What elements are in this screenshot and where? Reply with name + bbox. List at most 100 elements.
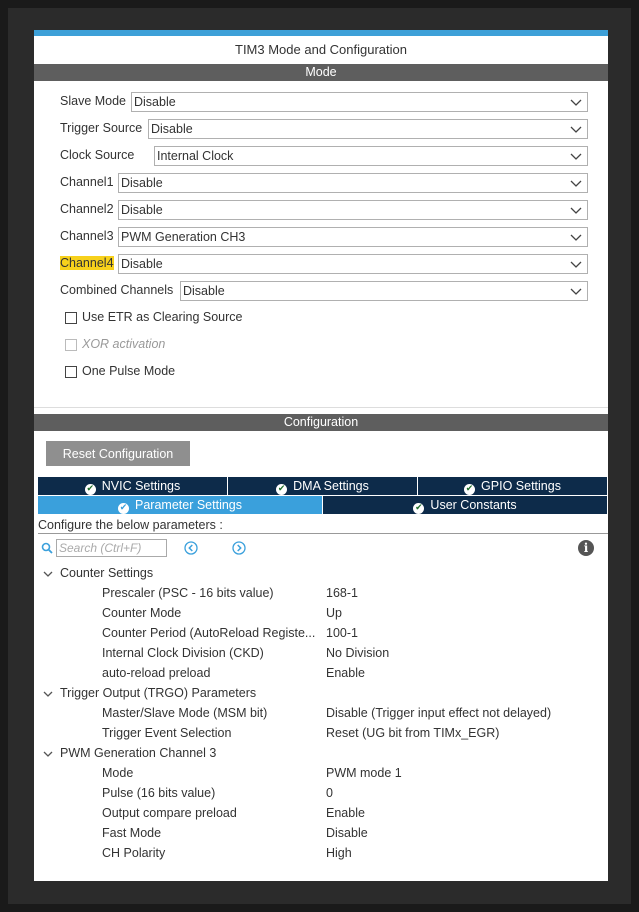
chevron-down-icon bbox=[570, 261, 582, 268]
tab-dma-settings[interactable]: ✔ DMA Settings bbox=[228, 477, 418, 495]
chevron-down-icon bbox=[570, 153, 582, 160]
chevron-down-icon bbox=[570, 99, 582, 106]
param-row[interactable]: Fast Mode Disable bbox=[34, 824, 608, 844]
search-input[interactable]: Search (Ctrl+F) bbox=[56, 539, 167, 557]
param-name: Output compare preload bbox=[102, 806, 237, 820]
group-counter-settings[interactable]: Counter Settings bbox=[34, 564, 608, 584]
config-tabs: ✔ NVIC Settings ✔ DMA Settings ✔ GPIO Setti… bbox=[38, 477, 608, 514]
param-value[interactable]: 168-1 bbox=[326, 586, 358, 600]
checkbox-box[interactable] bbox=[65, 312, 77, 324]
channel2-select[interactable]: Disable bbox=[118, 200, 588, 220]
group-trigger-output[interactable]: Trigger Output (TRGO) Parameters bbox=[34, 684, 608, 704]
search-icon bbox=[41, 542, 53, 554]
param-name: Pulse (16 bits value) bbox=[102, 786, 216, 800]
param-row[interactable]: Output compare preload Enable bbox=[34, 804, 608, 824]
param-row[interactable]: Master/Slave Mode (MSM bit) Disable (Trig… bbox=[34, 704, 608, 724]
param-row[interactable]: Counter Mode Up bbox=[34, 604, 608, 624]
group-pwm-generation-channel-3[interactable]: PWM Generation Channel 3 bbox=[34, 744, 608, 764]
group-name: Trigger Output (TRGO) Parameters bbox=[60, 686, 257, 700]
param-name: Prescaler (PSC - 16 bits value) bbox=[102, 586, 274, 600]
combined-channels-row: Combined Channels Disable bbox=[60, 281, 588, 301]
tim3-config-panel: TIM3 Mode and Configuration Mode Slave M… bbox=[34, 30, 608, 881]
chevron-down-icon bbox=[570, 207, 582, 214]
parameters-description: Configure the below parameters : bbox=[38, 517, 608, 534]
slave-mode-select[interactable]: Disable bbox=[131, 92, 588, 112]
param-row[interactable]: Pulse (16 bits value) 0 bbox=[34, 784, 608, 804]
param-value[interactable]: Enable bbox=[326, 666, 365, 680]
param-value[interactable]: 100-1 bbox=[326, 626, 358, 640]
param-row[interactable]: Trigger Event Selection Reset (UG bit fro… bbox=[34, 724, 608, 744]
param-row[interactable]: Prescaler (PSC - 16 bits value) 168-1 bbox=[34, 584, 608, 604]
use-etr-label: Use ETR as Clearing Source bbox=[82, 310, 243, 324]
channel1-row: Channel1 Disable bbox=[60, 173, 588, 193]
tab-user-constants[interactable]: ✔ User Constants bbox=[323, 496, 608, 514]
xor-activation-label: XOR activation bbox=[82, 337, 166, 351]
tab-label: User Constants bbox=[430, 498, 517, 512]
channel1-select[interactable]: Disable bbox=[118, 173, 588, 193]
combined-channels-value: Disable bbox=[183, 284, 225, 298]
slave-mode-value: Disable bbox=[134, 95, 176, 109]
group-name: PWM Generation Channel 3 bbox=[60, 746, 217, 760]
parameter-tree: Counter Settings Prescaler (PSC - 16 bit… bbox=[34, 564, 608, 864]
chevron-down-icon bbox=[43, 571, 53, 577]
tab-nvic-settings[interactable]: ✔ NVIC Settings bbox=[38, 477, 228, 495]
channel4-value: Disable bbox=[121, 257, 163, 271]
slave-mode-row: Slave Mode Disable bbox=[60, 92, 588, 112]
param-value[interactable]: No Division bbox=[326, 646, 389, 660]
param-value[interactable]: Disable (Trigger input effect not delaye… bbox=[326, 706, 551, 720]
info-icon[interactable]: i bbox=[578, 540, 594, 556]
param-row[interactable]: Counter Period (AutoReload Registe... 100… bbox=[34, 624, 608, 644]
tab-parameter-settings[interactable]: ✔ Parameter Settings bbox=[38, 496, 323, 514]
clock-source-select[interactable]: Internal Clock bbox=[154, 146, 588, 166]
param-value[interactable]: Up bbox=[326, 606, 342, 620]
tab-row-1: ✔ NVIC Settings ✔ DMA Settings ✔ GPIO Setti… bbox=[38, 477, 608, 495]
channel2-label: Channel2 bbox=[60, 202, 114, 216]
chevron-down-icon bbox=[43, 751, 53, 757]
param-name: Mode bbox=[102, 766, 134, 780]
chevron-down-icon bbox=[570, 126, 582, 133]
channel4-select[interactable]: Disable bbox=[118, 254, 588, 274]
slave-mode-label: Slave Mode bbox=[60, 94, 127, 108]
chevron-down-icon bbox=[43, 691, 53, 697]
param-row[interactable]: auto-reload preload Enable bbox=[34, 664, 608, 684]
channel3-label: Channel3 bbox=[60, 229, 114, 243]
param-row[interactable]: CH Polarity High bbox=[34, 844, 608, 864]
trigger-source-select[interactable]: Disable bbox=[148, 119, 588, 139]
checkbox-box[interactable] bbox=[65, 366, 77, 378]
param-value[interactable]: Disable bbox=[326, 826, 368, 840]
previous-arrow-icon[interactable] bbox=[184, 541, 198, 555]
param-value[interactable]: High bbox=[326, 846, 352, 860]
configuration-section-header: Configuration bbox=[34, 414, 608, 431]
tab-label: NVIC Settings bbox=[101, 479, 181, 493]
param-row[interactable]: Mode PWM mode 1 bbox=[34, 764, 608, 784]
tab-label: GPIO Settings bbox=[481, 479, 561, 493]
mode-section: Slave Mode Disable Trigger Source Disabl… bbox=[34, 81, 608, 407]
channel3-row: Channel3 PWM Generation CH3 bbox=[60, 227, 588, 247]
param-name: Internal Clock Division (CKD) bbox=[102, 646, 264, 660]
param-value[interactable]: Reset (UG bit from TIMx_EGR) bbox=[326, 726, 499, 740]
search-placeholder: Search (Ctrl+F) bbox=[59, 541, 142, 555]
clock-source-value: Internal Clock bbox=[157, 149, 234, 163]
param-value[interactable]: PWM mode 1 bbox=[326, 766, 402, 780]
trigger-source-label: Trigger Source bbox=[60, 121, 143, 135]
param-value[interactable]: 0 bbox=[326, 786, 333, 800]
panel-title: TIM3 Mode and Configuration bbox=[235, 42, 407, 57]
check-circle-icon: ✔ bbox=[276, 484, 288, 495]
check-circle-icon: ✔ bbox=[118, 503, 129, 514]
param-value[interactable]: Enable bbox=[326, 806, 365, 820]
configuration-section: Reset Configuration ✔ NVIC Settings ✔ DMA … bbox=[34, 431, 608, 881]
combined-channels-select[interactable]: Disable bbox=[180, 281, 588, 301]
next-arrow-icon[interactable] bbox=[232, 541, 246, 555]
param-row[interactable]: Internal Clock Division (CKD) No Division bbox=[34, 644, 608, 664]
channel3-select[interactable]: PWM Generation CH3 bbox=[118, 227, 588, 247]
param-name: CH Polarity bbox=[102, 846, 166, 860]
param-name: Counter Mode bbox=[102, 606, 182, 620]
tab-gpio-settings[interactable]: ✔ GPIO Settings bbox=[418, 477, 608, 495]
channel3-value: PWM Generation CH3 bbox=[121, 230, 246, 244]
combined-channels-label: Combined Channels bbox=[60, 283, 174, 297]
checkbox-box bbox=[65, 339, 77, 351]
reset-configuration-button[interactable]: Reset Configuration bbox=[46, 441, 190, 466]
channel2-value: Disable bbox=[121, 203, 163, 217]
check-circle-icon: ✔ bbox=[413, 503, 425, 514]
one-pulse-mode-label: One Pulse Mode bbox=[82, 364, 176, 378]
